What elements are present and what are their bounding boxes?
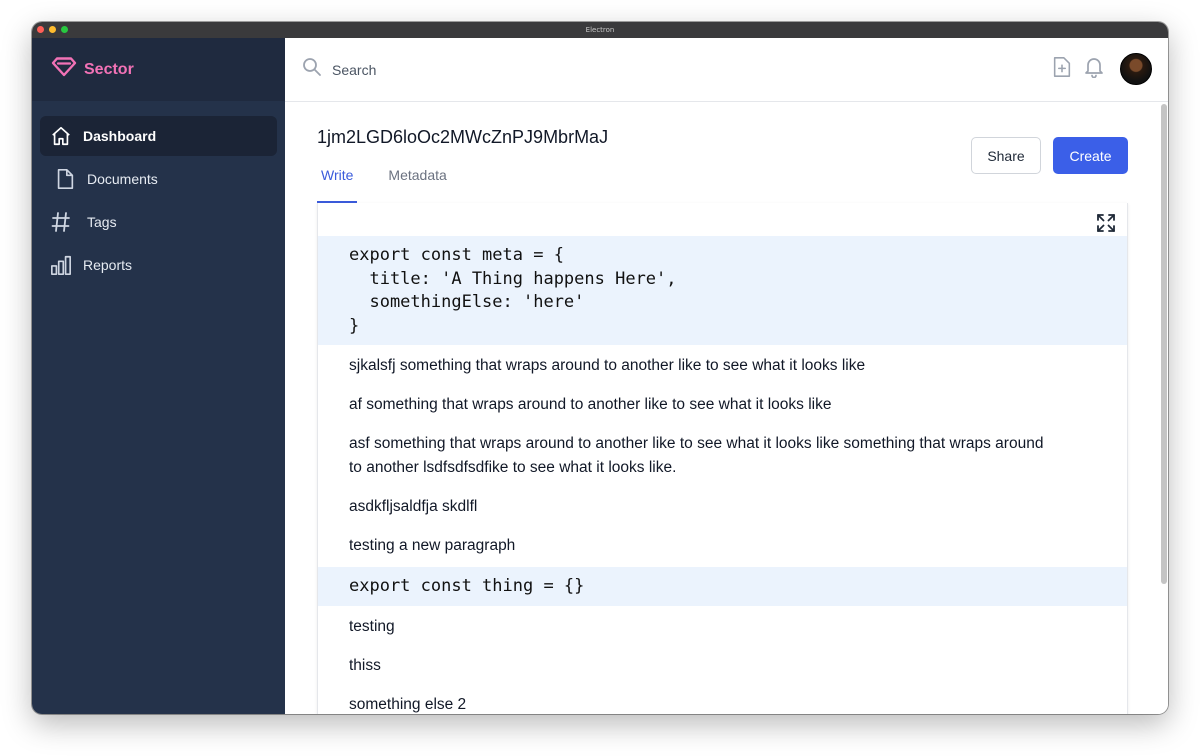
top-actions [1052,53,1152,85]
top-bar [285,38,1168,102]
sidebar-item-label: Reports [83,257,133,273]
brand-name: Sector [84,60,134,78]
scrollbar[interactable] [1161,104,1167,584]
window-title: Electron [585,26,615,34]
paragraph[interactable]: asdkfljsaldfja skdlfl [318,495,1127,534]
bar-chart-icon [49,253,73,277]
close-window-button[interactable] [37,26,44,33]
sidebar-item-label: Tags [87,214,117,230]
main-panel: 1jm2LGD6loOc2MWcZnPJ9MbrMaJ Write Metada… [285,38,1168,714]
code-block[interactable]: export const thing = {} [318,567,1127,606]
paragraph[interactable]: testing [318,606,1127,654]
document-icon [53,167,77,191]
tab-write[interactable]: Write [317,165,358,203]
paragraph[interactable]: thiss [318,654,1127,693]
paragraph[interactable]: asf something that wraps around to anoth… [318,432,1127,495]
search-bar [302,57,632,82]
sidebar: Sector Dashboard Documents Tags Reports [32,38,285,714]
document-actions: Share Create [971,137,1128,174]
search-icon [302,57,322,82]
maximize-window-button[interactable] [61,26,68,33]
sidebar-nav: Dashboard Documents Tags Reports [32,101,285,285]
document-area: 1jm2LGD6loOc2MWcZnPJ9MbrMaJ Write Metada… [285,103,1160,714]
expand-icon[interactable] [1097,214,1115,237]
hash-icon [49,210,73,234]
editor-toolbar [318,203,1127,236]
home-icon [49,124,73,148]
sidebar-item-tags[interactable]: Tags [40,202,277,242]
paragraph[interactable]: sjkalsfj something that wraps around to … [318,345,1127,393]
minimize-window-button[interactable] [49,26,56,33]
paragraph[interactable]: testing a new paragraph [318,534,1127,567]
sidebar-item-documents[interactable]: Documents [40,159,277,199]
create-button[interactable]: Create [1053,137,1128,174]
editor[interactable]: export const meta = { title: 'A Thing ha… [317,203,1128,714]
paragraph[interactable]: af something that wraps around to anothe… [318,393,1127,432]
title-bar: Electron [32,22,1168,38]
search-input[interactable] [332,61,632,78]
brand[interactable]: Sector [32,38,285,101]
tab-metadata[interactable]: Metadata [384,165,450,203]
sidebar-item-dashboard[interactable]: Dashboard [40,116,277,156]
new-document-icon[interactable] [1052,56,1072,83]
code-block[interactable]: export const meta = { title: 'A Thing ha… [318,236,1127,345]
document-tabs: Write Metadata [317,165,478,203]
app-window: Electron Sector Dashboard Documents Tags… [32,22,1168,714]
sidebar-item-reports[interactable]: Reports [40,245,277,285]
sidebar-item-label: Dashboard [83,128,157,144]
avatar[interactable] [1120,53,1152,85]
diamond-logo-icon [51,57,77,82]
share-button[interactable]: Share [971,137,1041,174]
window-controls [37,26,68,33]
document-header: 1jm2LGD6loOc2MWcZnPJ9MbrMaJ Write Metada… [317,103,1128,203]
bell-icon[interactable] [1084,56,1104,83]
paragraph[interactable]: something else 2 [318,693,1127,714]
document-title: 1jm2LGD6loOc2MWcZnPJ9MbrMaJ [317,127,609,147]
sidebar-item-label: Documents [87,171,158,187]
